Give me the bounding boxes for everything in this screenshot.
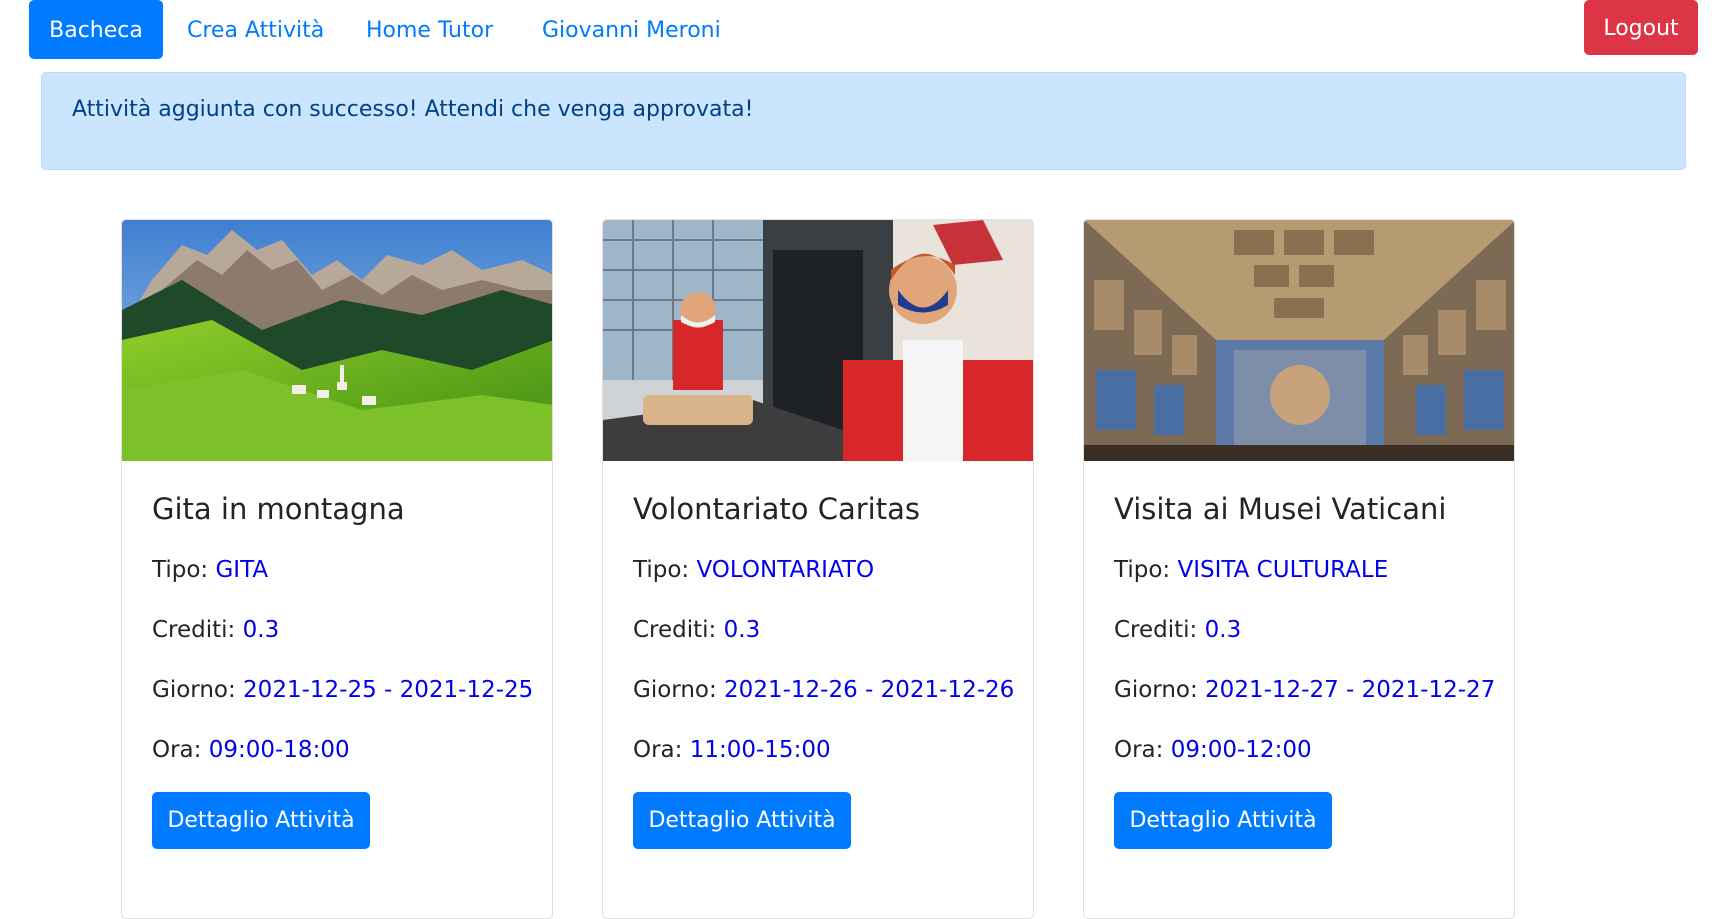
- dettaglio-attivita-button[interactable]: Dettaglio Attività: [152, 792, 370, 849]
- giorno-start: 2021-12-25: [243, 677, 377, 703]
- activity-image-sistine-chapel: [1084, 220, 1514, 461]
- ora-value: 09:00-18:00: [208, 737, 350, 763]
- tipo-value: VOLONTARIATO: [696, 557, 875, 583]
- card-title: Volontariato Caritas: [633, 492, 920, 526]
- nav-bacheca[interactable]: Bacheca: [29, 0, 163, 59]
- giorno-start: 2021-12-27: [1205, 677, 1339, 703]
- giorno-start: 2021-12-26: [724, 677, 858, 703]
- activity-image-volunteer: [603, 220, 1033, 461]
- ora-value: 09:00-12:00: [1170, 737, 1312, 763]
- giorno-end: 2021-12-27: [1361, 677, 1496, 703]
- tipo-value: VISITA CULTURALE: [1177, 557, 1389, 583]
- card-ora: Ora: 11:00-15:00: [633, 737, 831, 763]
- card-giorno: Giorno: 2021-12-25 - 2021-12-25: [152, 677, 534, 703]
- card-crediti: Crediti: 0.3: [152, 617, 280, 643]
- activity-image-mountain: [122, 220, 552, 461]
- card-giorno: Giorno: 2021-12-26 - 2021-12-26: [633, 677, 1015, 703]
- crediti-value: 0.3: [1204, 617, 1242, 643]
- success-alert: Attività aggiunta con successo! Attendi …: [41, 72, 1686, 170]
- activity-card: Gita in montagna Tipo: GITA Crediti: 0.3…: [121, 219, 553, 919]
- logout-button[interactable]: Logout: [1584, 0, 1698, 55]
- ora-value: 11:00-15:00: [689, 737, 831, 763]
- giorno-end: 2021-12-25: [399, 677, 534, 703]
- card-crediti: Crediti: 0.3: [1114, 617, 1242, 643]
- card-tipo: Tipo: VISITA CULTURALE: [1114, 557, 1389, 583]
- crediti-value: 0.3: [723, 617, 761, 643]
- top-navbar: Bacheca Crea Attività Home Tutor Giovann…: [0, 0, 1726, 62]
- nav-crea-attivita[interactable]: Crea Attività: [187, 0, 324, 59]
- card-ora: Ora: 09:00-12:00: [1114, 737, 1312, 763]
- card-ora: Ora: 09:00-18:00: [152, 737, 350, 763]
- giorno-end: 2021-12-26: [880, 677, 1015, 703]
- activity-card: Visita ai Musei Vaticani Tipo: VISITA CU…: [1083, 219, 1515, 919]
- card-tipo: Tipo: GITA: [152, 557, 269, 583]
- crediti-value: 0.3: [242, 617, 280, 643]
- card-tipo: Tipo: VOLONTARIATO: [633, 557, 875, 583]
- nav-home-tutor[interactable]: Home Tutor: [366, 0, 493, 59]
- nav-user-name[interactable]: Giovanni Meroni: [542, 0, 721, 59]
- card-title: Visita ai Musei Vaticani: [1114, 492, 1447, 526]
- card-giorno: Giorno: 2021-12-27 - 2021-12-27: [1114, 677, 1496, 703]
- card-title: Gita in montagna: [152, 492, 405, 526]
- dettaglio-attivita-button[interactable]: Dettaglio Attività: [633, 792, 851, 849]
- activity-card: Volontariato Caritas Tipo: VOLONTARIATO …: [602, 219, 1034, 919]
- tipo-value: GITA: [215, 557, 269, 583]
- alert-message: Attività aggiunta con successo! Attendi …: [72, 97, 754, 122]
- dettaglio-attivita-button[interactable]: Dettaglio Attività: [1114, 792, 1332, 849]
- card-crediti: Crediti: 0.3: [633, 617, 761, 643]
